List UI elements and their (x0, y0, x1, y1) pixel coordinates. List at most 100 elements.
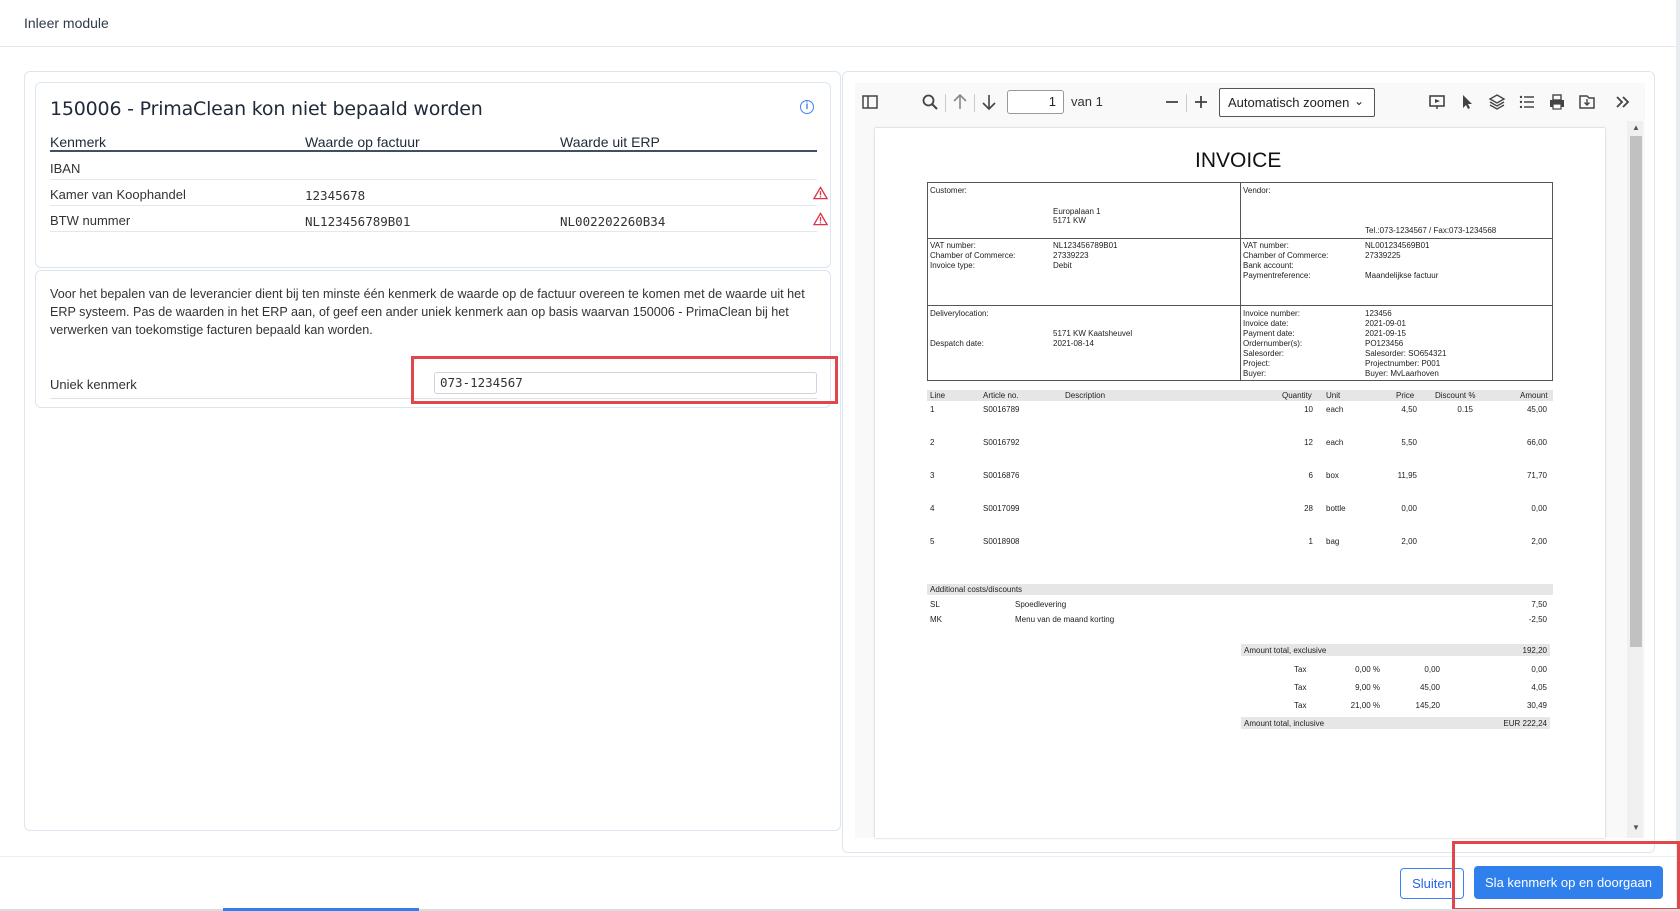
layers-icon[interactable] (1487, 92, 1507, 112)
line-qty: 6 (1308, 471, 1313, 480)
tax-label: Tax (1294, 665, 1307, 674)
zoom-in-icon[interactable] (1191, 92, 1211, 112)
additional-header: Additional costs/discounts (930, 585, 1023, 594)
col-erp: Waarde uit ERP (560, 134, 660, 150)
line-qty: 28 (1304, 504, 1313, 513)
download-icon[interactable] (1577, 92, 1597, 112)
info-value: NL123456789B01 (1053, 241, 1118, 250)
line-qty: 1 (1308, 537, 1313, 546)
page-count: van 1 (1071, 94, 1103, 109)
line-unit: box (1326, 471, 1339, 480)
additional-code: MK (930, 615, 942, 624)
row-factuur: NL123456789B01 (305, 214, 411, 229)
warning-icon (813, 212, 828, 226)
tax-label: Tax (1294, 683, 1307, 692)
chevron-down-icon: ⌄ (1353, 94, 1364, 108)
pdf-toolbar: 1 van 1 Automatisch zoomen ⌄ (855, 83, 1645, 121)
window-edge (1676, 0, 1680, 911)
order-value: 2021-09-01 (1365, 319, 1406, 328)
toolbar-separator (974, 94, 975, 112)
line-no: 2 (930, 438, 935, 447)
order-label: Project: (1243, 359, 1271, 368)
zoom-select[interactable]: Automatisch zoomen ⌄ (1219, 88, 1375, 117)
line-qty: 12 (1304, 438, 1313, 447)
delivery-label: Deliverylocation: (930, 309, 989, 318)
delivery-address: 5171 KW Kaatsheuvel (1053, 329, 1133, 338)
info-value: NL001234569B01 (1365, 241, 1430, 250)
total-incl-label: Amount total, inclusive (1244, 719, 1325, 728)
tax-rate: 0,00 % (1355, 665, 1380, 674)
additional-amount: 7,50 (1531, 600, 1547, 609)
line-no: 3 (930, 471, 935, 480)
highlight-annotation (411, 356, 838, 404)
col-factuur: Waarde op factuur (305, 134, 420, 150)
line-discount: 0.15 (1457, 405, 1473, 414)
order-value: 2021-09-15 (1365, 329, 1406, 338)
toolbar-separator (1186, 94, 1187, 112)
info-label: VAT number: (1243, 241, 1289, 250)
info-label: Invoice type: (930, 261, 975, 270)
info-value: Debit (1053, 261, 1072, 270)
line-unit: each (1326, 405, 1344, 414)
total-excl-label: Amount total, exclusive (1244, 646, 1327, 655)
despatch-label: Despatch date: (930, 339, 984, 348)
double-chevron-right-icon[interactable] (1613, 92, 1633, 112)
line-article: S0017099 (983, 504, 1020, 513)
line-header: Quantity (1282, 391, 1312, 400)
table-row: IBAN (50, 154, 817, 180)
print-icon[interactable] (1547, 92, 1567, 112)
line-price: 0,00 (1401, 504, 1417, 513)
row-kenmerk: BTW nummer (50, 213, 131, 228)
line-price: 11,95 (1397, 471, 1417, 480)
presentation-icon[interactable] (1427, 92, 1447, 112)
additional-desc: Spoedlevering (1015, 600, 1067, 609)
line-header: Amount (1520, 391, 1548, 400)
line-article: S0016876 (983, 471, 1020, 480)
line-amount: 0,00 (1531, 504, 1547, 513)
additional-desc: Menu van de maand korting (1015, 615, 1115, 624)
cursor-icon[interactable] (1457, 92, 1477, 112)
line-article: S0016792 (983, 438, 1020, 447)
arrow-down-icon[interactable] (979, 92, 999, 112)
tax-amount: 4,05 (1531, 683, 1547, 692)
tax-amount: 30,49 (1526, 701, 1547, 710)
search-icon[interactable] (920, 92, 940, 112)
line-amount: 71,70 (1526, 471, 1547, 480)
footer-divider (0, 856, 1676, 857)
outline-list-icon[interactable] (1517, 92, 1537, 112)
match-card-title: 150006 - PrimaClean kon niet bepaald wor… (50, 98, 483, 120)
scroll-up-arrow[interactable]: ▲ (1630, 123, 1642, 133)
line-amount: 2,00 (1531, 537, 1547, 546)
arrow-up-icon[interactable] (950, 92, 970, 112)
order-value: Projectnumber: P001 (1365, 359, 1441, 368)
order-label: Invoice number: (1243, 309, 1300, 318)
line-no: 5 (930, 537, 935, 546)
info-label: Chamber of Commerce: (1243, 251, 1329, 260)
customer-postal: 5171 KW (1053, 216, 1086, 225)
zoom-out-icon[interactable] (1162, 92, 1182, 112)
modal-title: Inleer module (24, 15, 109, 31)
info-icon[interactable]: i (800, 100, 814, 114)
order-label: Payment date: (1243, 329, 1295, 338)
order-value: PO123456 (1365, 339, 1404, 348)
customer-street: Europalaan 1 (1053, 207, 1101, 216)
line-no: 4 (930, 504, 935, 513)
sidebar-toggle-icon[interactable] (860, 92, 880, 112)
line-header: Article no. (983, 391, 1019, 400)
page-number-input[interactable]: 1 (1007, 90, 1064, 114)
line-amount: 45,00 (1526, 405, 1547, 414)
line-price: 4,50 (1401, 405, 1417, 414)
line-header: Discount % (1435, 391, 1476, 400)
despatch-date: 2021-08-14 (1053, 339, 1094, 348)
line-unit: each (1326, 438, 1344, 447)
divider (927, 305, 1553, 306)
order-value: Buyer: MvLaarhoven (1365, 369, 1439, 378)
scrollbar-thumb[interactable] (1630, 136, 1642, 647)
line-header: Price (1396, 391, 1415, 400)
match-table-header: Kenmerk Waarde op factuur Waarde uit ERP (50, 131, 817, 152)
explanation-text: Voor het bepalen van de leverancier dien… (50, 287, 805, 337)
info-label: Paymentreference: (1243, 271, 1311, 280)
scroll-down-arrow[interactable]: ▼ (1630, 823, 1642, 833)
order-label: Salesorder: (1243, 349, 1284, 358)
tax-base: 0,00 (1424, 665, 1440, 674)
